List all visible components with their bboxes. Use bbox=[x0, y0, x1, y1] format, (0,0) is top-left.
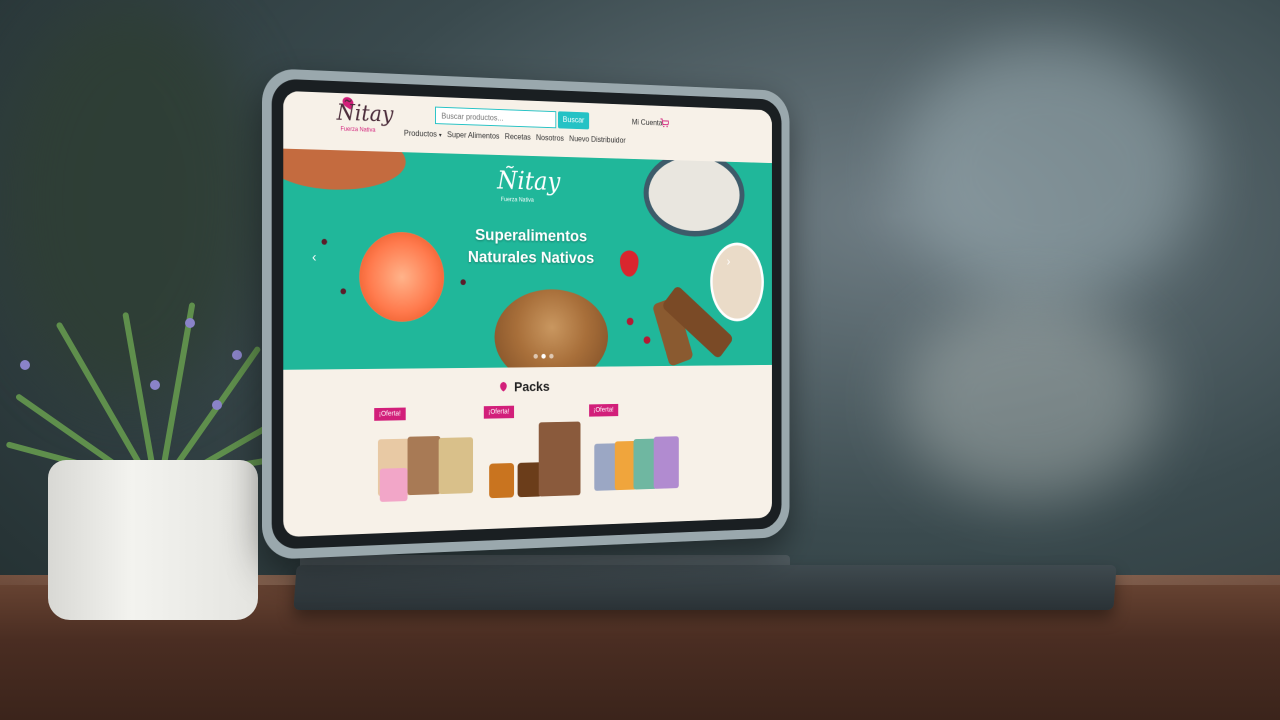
hero-logo-text: Ñitay bbox=[497, 166, 561, 197]
product-image bbox=[407, 435, 441, 496]
site-logo[interactable]: Ñitay Fuerza Nativa bbox=[329, 94, 393, 138]
nav-item-nosotros[interactable]: Nosotros bbox=[536, 133, 564, 142]
chevron-down-icon: ▾ bbox=[438, 132, 442, 139]
nav-item-recetas[interactable]: Recetas bbox=[505, 132, 531, 141]
carousel-dots bbox=[533, 353, 554, 359]
hero-carousel: Ñitay Fuerza Nativa Superalimentos Natur… bbox=[283, 148, 772, 370]
product-image bbox=[653, 436, 679, 489]
product-card[interactable]: ¡Oferta! bbox=[374, 406, 475, 506]
chevron-left-icon[interactable]: ‹ bbox=[312, 249, 316, 265]
background-blur bbox=[900, 300, 1160, 500]
logo-text: Ñitay bbox=[336, 100, 394, 128]
food-image bbox=[283, 148, 406, 192]
hero-title-line2: Naturales Nativos bbox=[467, 247, 595, 267]
product-card[interactable]: ¡Oferta! bbox=[483, 405, 581, 503]
search-button[interactable]: Buscar bbox=[557, 111, 590, 130]
food-image bbox=[643, 149, 745, 238]
carousel-dot[interactable] bbox=[533, 353, 538, 359]
website-screen: Ñitay Fuerza Nativa Buscar Mi Cuenta Pro… bbox=[283, 90, 772, 538]
logo-tagline: Fuerza Nativa bbox=[340, 126, 376, 134]
grapefruit-image bbox=[359, 231, 445, 322]
sale-badge: ¡Oferta! bbox=[589, 403, 618, 417]
account-link[interactable]: Mi Cuenta bbox=[632, 118, 663, 128]
nav-item-nuevo-distribuidor[interactable]: Nuevo Distribuidor bbox=[569, 134, 625, 144]
keyboard bbox=[293, 565, 1117, 610]
product-image bbox=[438, 437, 474, 495]
product-image bbox=[489, 462, 515, 499]
product-card[interactable]: ¡Oferta! bbox=[589, 403, 682, 499]
hero-title-line1: Superalimentos bbox=[475, 225, 588, 246]
product-image bbox=[538, 421, 581, 497]
hero-logo-tagline: Fuerza Nativa bbox=[500, 197, 534, 204]
food-image bbox=[710, 242, 764, 322]
tablet-bezel: Ñitay Fuerza Nativa Buscar Mi Cuenta Pro… bbox=[271, 78, 782, 550]
nav-item-productos[interactable]: Productos ▾ bbox=[404, 129, 442, 139]
packs-heading: Packs bbox=[514, 378, 550, 395]
hero-logo: Ñitay Fuerza Nativa bbox=[492, 162, 562, 211]
search-input[interactable] bbox=[435, 106, 557, 129]
nav-label: Productos bbox=[403, 128, 437, 139]
cart-icon[interactable] bbox=[660, 118, 668, 128]
chevron-right-icon[interactable]: › bbox=[727, 253, 731, 268]
sale-badge: ¡Oferta! bbox=[374, 407, 406, 421]
hero-title: Superalimentos Naturales Nativos bbox=[460, 223, 601, 269]
background-blur bbox=[900, 40, 1200, 300]
nav-item-super-alimentos[interactable]: Super Alimentos bbox=[447, 130, 499, 140]
leaf-logo-icon bbox=[500, 381, 507, 392]
strawberry-image bbox=[619, 250, 639, 277]
sale-badge: ¡Oferta! bbox=[483, 405, 514, 419]
tablet: Ñitay Fuerza Nativa Buscar Mi Cuenta Pro… bbox=[262, 68, 790, 560]
product-image bbox=[379, 467, 408, 502]
carousel-dot[interactable] bbox=[549, 353, 554, 359]
carousel-dot[interactable] bbox=[541, 353, 546, 359]
main-nav: Productos ▾ Super Alimentos Recetas Noso… bbox=[404, 129, 626, 145]
